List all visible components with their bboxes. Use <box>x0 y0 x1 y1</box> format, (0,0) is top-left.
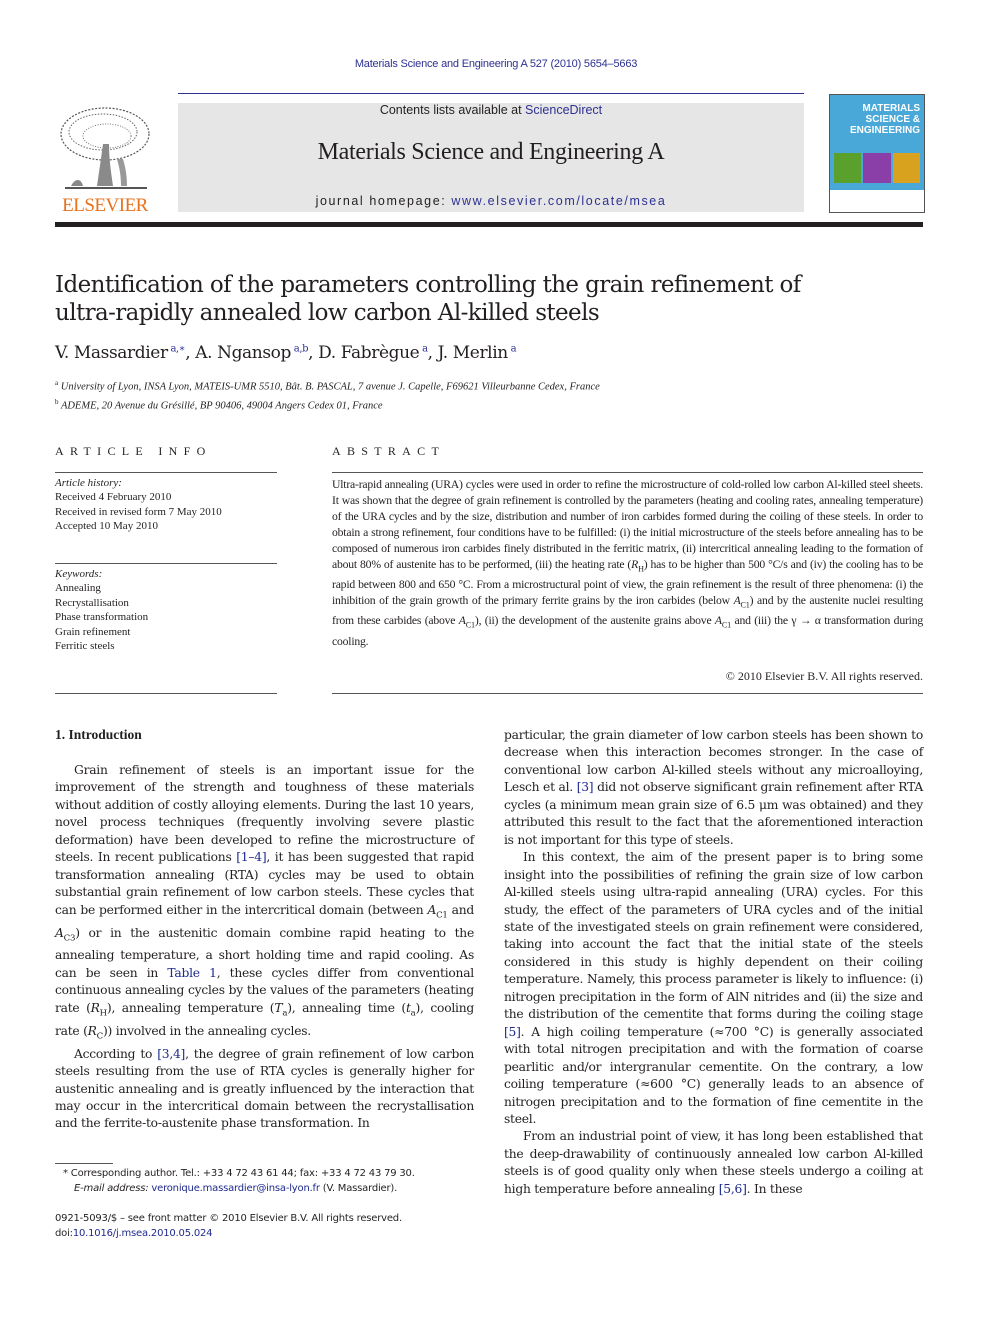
affiliation-b: b ADEME, 20 Avenue du Grésillé, BP 90406… <box>55 397 383 412</box>
journal-title: Materials Science and Engineering A <box>317 139 665 165</box>
cover-footer <box>830 190 924 212</box>
affiliations: a University of Lyon, INSA Lyon, MATEIS-… <box>55 376 600 413</box>
article-title-line-2: ultra-rapidly annealed low carbon Al-kil… <box>55 300 600 326</box>
paragraph: particular, the grain diameter of low ca… <box>504 728 923 847</box>
doi-link[interactable]: 10.1016/j.msea.2010.05.024 <box>73 1228 213 1239</box>
cover-micrographs <box>834 153 920 183</box>
article-title: Identification of the parameters control… <box>55 271 915 327</box>
divider <box>55 563 277 564</box>
elsevier-wordmark: ELSEVIER <box>62 195 148 216</box>
homepage-link[interactable]: www.elsevier.com/locate/msea <box>451 194 666 208</box>
divider <box>55 693 277 694</box>
article-title-line-1: Identification of the parameters control… <box>55 272 801 298</box>
divider <box>332 472 923 473</box>
author-affiliation-mark[interactable]: a <box>419 343 428 354</box>
citation-link[interactable]: [5,6] <box>719 1182 747 1196</box>
elsevier-logo[interactable]: ELSEVIER <box>55 104 155 216</box>
keyword: Grain refinement <box>55 625 131 638</box>
keywords: Keywords: Annealing Recrystallisation Ph… <box>55 567 277 653</box>
author-name: A. Ngansop <box>195 343 291 363</box>
keyword: Phase transformation <box>55 611 149 624</box>
author-name: D. Fabrègue <box>318 343 420 363</box>
contents-availability: Contents lists available at ScienceDirec… <box>178 103 804 117</box>
header-thick-rule <box>55 222 923 227</box>
history-item: Received in revised form 7 May 2010 <box>55 505 222 518</box>
citation-link[interactable]: [5] <box>504 1025 521 1039</box>
article-info-heading: ARTICLE INFO <box>55 444 212 458</box>
doi-line: doi:10.1016/j.msea.2010.05.024 <box>55 1228 213 1239</box>
keyword: Recrystallisation <box>55 596 129 609</box>
contents-prefix: Contents lists available at <box>379 103 526 117</box>
email-link[interactable]: veronique.massardier@insa-lyon.fr <box>151 1183 320 1194</box>
author-affiliation-mark[interactable]: a <box>508 343 517 354</box>
journal-homepage: journal homepage: www.elsevier.com/locat… <box>178 194 804 208</box>
body-column-left: Grain refinement of steels is an importa… <box>55 762 474 1133</box>
front-matter: 0921-5093/$ – see front matter © 2010 El… <box>55 1211 402 1241</box>
journal-masthead: Contents lists available at ScienceDirec… <box>178 103 804 212</box>
footnote-rule <box>55 1163 113 1164</box>
citation-link[interactable]: Table 1 <box>167 966 217 980</box>
body-column-right: particular, the grain diameter of low ca… <box>504 727 923 1198</box>
keywords-label: Keywords: <box>55 568 103 580</box>
corresponding-author-footnote: * Corresponding author. Tel.: +33 4 72 4… <box>63 1167 415 1196</box>
paragraph: In this context, the aim of the present … <box>504 850 923 1126</box>
abstract-heading: ABSTRACT <box>332 444 446 458</box>
article-history: Article history: Received 4 February 201… <box>55 476 277 534</box>
paragraph: From an industrial point of view, it has… <box>504 1129 923 1196</box>
author-affiliation-mark[interactable]: a,∗ <box>168 343 185 354</box>
keyword: Ferritic steels <box>55 640 115 653</box>
cover-image-purple <box>863 153 891 183</box>
citation-link[interactable]: [3] <box>577 780 594 794</box>
author-name: J. Merlin <box>437 343 509 363</box>
sciencedirect-link[interactable]: ScienceDirect <box>525 103 602 117</box>
citation-link[interactable]: [3,4] <box>157 1047 185 1061</box>
section-heading-introduction: 1. Introduction <box>55 727 142 742</box>
journal-cover[interactable]: MATERIALS SCIENCE & ENGINEERING <box>829 94 925 213</box>
article-history-label: Article history: <box>55 477 122 489</box>
header-rule <box>178 93 804 94</box>
email-line: E-mail address: veronique.massardier@ins… <box>63 1182 415 1197</box>
citation-link[interactable]: [1–4] <box>236 850 266 864</box>
divider <box>55 472 277 473</box>
abstract-copyright: © 2010 Elsevier B.V. All rights reserved… <box>725 669 923 683</box>
divider <box>332 693 923 694</box>
history-item: Received 4 February 2010 <box>55 491 172 504</box>
author-affiliation-mark[interactable]: a,b <box>291 343 309 354</box>
issn-line: 0921-5093/$ – see front matter © 2010 El… <box>55 1213 402 1224</box>
author-name: V. Massardier <box>55 343 168 363</box>
history-item: Accepted 10 May 2010 <box>55 520 158 533</box>
cover-image-orange <box>892 153 920 183</box>
cover-title-2: SCIENCE & <box>865 114 920 125</box>
paragraph: According to [3,4], the degree of grain … <box>55 1046 475 1131</box>
author-list: V. Massardier a,∗, A. Ngansop a,b, D. Fa… <box>55 343 517 363</box>
paragraph: Grain refinement of steels is an importa… <box>55 763 475 1042</box>
homepage-label: journal homepage: <box>315 194 452 208</box>
email-suffix: (V. Massardier). <box>322 1182 398 1194</box>
elsevier-tree-icon <box>60 107 150 189</box>
journal-citation[interactable]: Materials Science and Engineering A 527 … <box>0 58 992 70</box>
email-label: E-mail address: <box>74 1182 149 1194</box>
abstract-text: Ultra-rapid annealing (URA) cycles were … <box>332 478 923 648</box>
keyword: Annealing <box>55 582 101 595</box>
cover-title-3: ENGINEERING <box>849 125 920 136</box>
cover-title-1: MATERIALS <box>862 103 920 114</box>
affiliation-a: a University of Lyon, INSA Lyon, MATEIS-… <box>55 379 600 393</box>
cover-image-green <box>834 153 862 183</box>
corresponding-author-line: * Corresponding author. Tel.: +33 4 72 4… <box>63 1168 415 1179</box>
